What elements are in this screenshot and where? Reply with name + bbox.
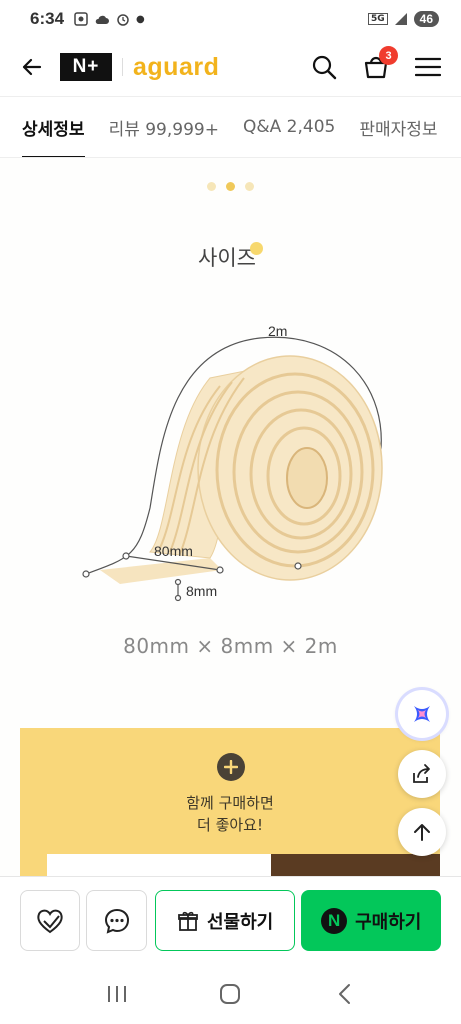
- dim-marker: [122, 552, 130, 560]
- tab-qna[interactable]: Q&A 2,405: [243, 97, 335, 157]
- title-accent-dot: [249, 242, 263, 255]
- naver-plus-logo[interactable]: N+: [60, 53, 112, 81]
- wishlist-button[interactable]: [20, 890, 81, 951]
- purchase-bar: 선물하기 N 구매하기: [0, 876, 461, 964]
- dim-marker: [174, 578, 182, 586]
- product-tabs: 상세정보 리뷰 99,999+ Q&A 2,405 판매자정보: [0, 96, 461, 158]
- arrow-up-icon: [414, 824, 430, 841]
- network-label: 5G: [367, 13, 388, 25]
- menu-button[interactable]: [413, 52, 443, 82]
- dim-width-label: 80mm: [154, 543, 193, 559]
- bundle-product-image[interactable]: [271, 854, 440, 876]
- notification-dot-icon: ●: [136, 13, 145, 25]
- home-button[interactable]: [210, 974, 250, 1014]
- buy-button[interactable]: N 구매하기: [301, 890, 441, 951]
- gift-button[interactable]: 선물하기: [154, 890, 296, 951]
- dim-thickness-label: 8mm: [186, 583, 217, 599]
- share-button[interactable]: [398, 750, 446, 798]
- chat-icon: [104, 908, 129, 934]
- brand-logo[interactable]: aguard: [133, 53, 219, 82]
- home-icon: [220, 984, 241, 1004]
- size-caption: 80mm × 8mm × 2m: [123, 634, 338, 658]
- ai-assistant-button[interactable]: [398, 690, 446, 738]
- ai-spark-icon: [414, 706, 430, 722]
- system-nav-bar: [0, 964, 461, 1024]
- share-icon: [413, 764, 430, 783]
- dim-marker: [174, 594, 182, 602]
- tab-seller-info[interactable]: 판매자정보: [359, 97, 437, 157]
- search-icon: [312, 55, 337, 80]
- search-button[interactable]: [309, 52, 339, 82]
- system-back-button[interactable]: [324, 974, 364, 1014]
- alarm-icon: [117, 14, 129, 26]
- screenshot-icon: [74, 12, 88, 26]
- battery-indicator: 46: [413, 11, 439, 27]
- recent-apps-icon: [107, 986, 126, 1002]
- product-detail-content[interactable]: 사이즈 2m 80mm 8mm 80mm × 8mm × 2m 함께 구매하면 …: [0, 158, 461, 876]
- plus-icon: [224, 760, 238, 774]
- app-header: N+ aguard 3: [0, 38, 461, 96]
- chat-button[interactable]: [86, 890, 147, 951]
- bundle-text-line2: 더 좋아요!: [197, 816, 263, 834]
- back-button[interactable]: [18, 53, 46, 81]
- cloud-icon: [95, 15, 110, 24]
- dim-length-label: 2m: [268, 323, 287, 339]
- dim-marker: [82, 570, 90, 578]
- chevron-left-icon: [339, 984, 351, 1004]
- recent-apps-button[interactable]: [97, 974, 137, 1014]
- status-bar: 6:34 ● 5G 46: [0, 0, 461, 38]
- bundle-promo-banner[interactable]: 함께 구매하면 더 좋아요!: [20, 728, 440, 876]
- add-bundle-button[interactable]: [217, 753, 245, 781]
- carousel-dot: [207, 182, 216, 191]
- cart-count-badge: 3: [379, 46, 398, 65]
- cart-button[interactable]: 3: [361, 46, 398, 82]
- naver-pay-badge: N: [321, 907, 348, 934]
- back-arrow-icon: [22, 58, 42, 76]
- carousel-indicator: [0, 182, 461, 191]
- strip-flat: [100, 558, 222, 584]
- roll-core: [286, 447, 328, 509]
- status-time: 6:34: [30, 9, 65, 28]
- carousel-dot: [245, 182, 254, 191]
- roll-size-illustration: 2m 80mm 8mm: [82, 323, 383, 602]
- bundle-text-line1: 함께 구매하면: [186, 794, 274, 812]
- bundle-product-card[interactable]: [47, 854, 271, 876]
- heart-icon: [37, 909, 63, 933]
- gift-label: 선물하기: [206, 911, 274, 933]
- scroll-to-top-button[interactable]: [398, 808, 446, 856]
- buy-label: 구매하기: [355, 911, 422, 933]
- tab-detail[interactable]: 상세정보: [22, 97, 85, 157]
- tab-reviews[interactable]: 리뷰 99,999+: [109, 97, 219, 157]
- signal-icon: [394, 13, 407, 25]
- menu-icon: [415, 57, 441, 77]
- logo-divider: [122, 58, 123, 76]
- carousel-dot-active: [226, 182, 235, 191]
- section-title: 사이즈: [198, 246, 256, 270]
- dim-marker: [216, 566, 224, 574]
- dim-marker: [294, 562, 302, 570]
- gift-icon: [178, 911, 198, 931]
